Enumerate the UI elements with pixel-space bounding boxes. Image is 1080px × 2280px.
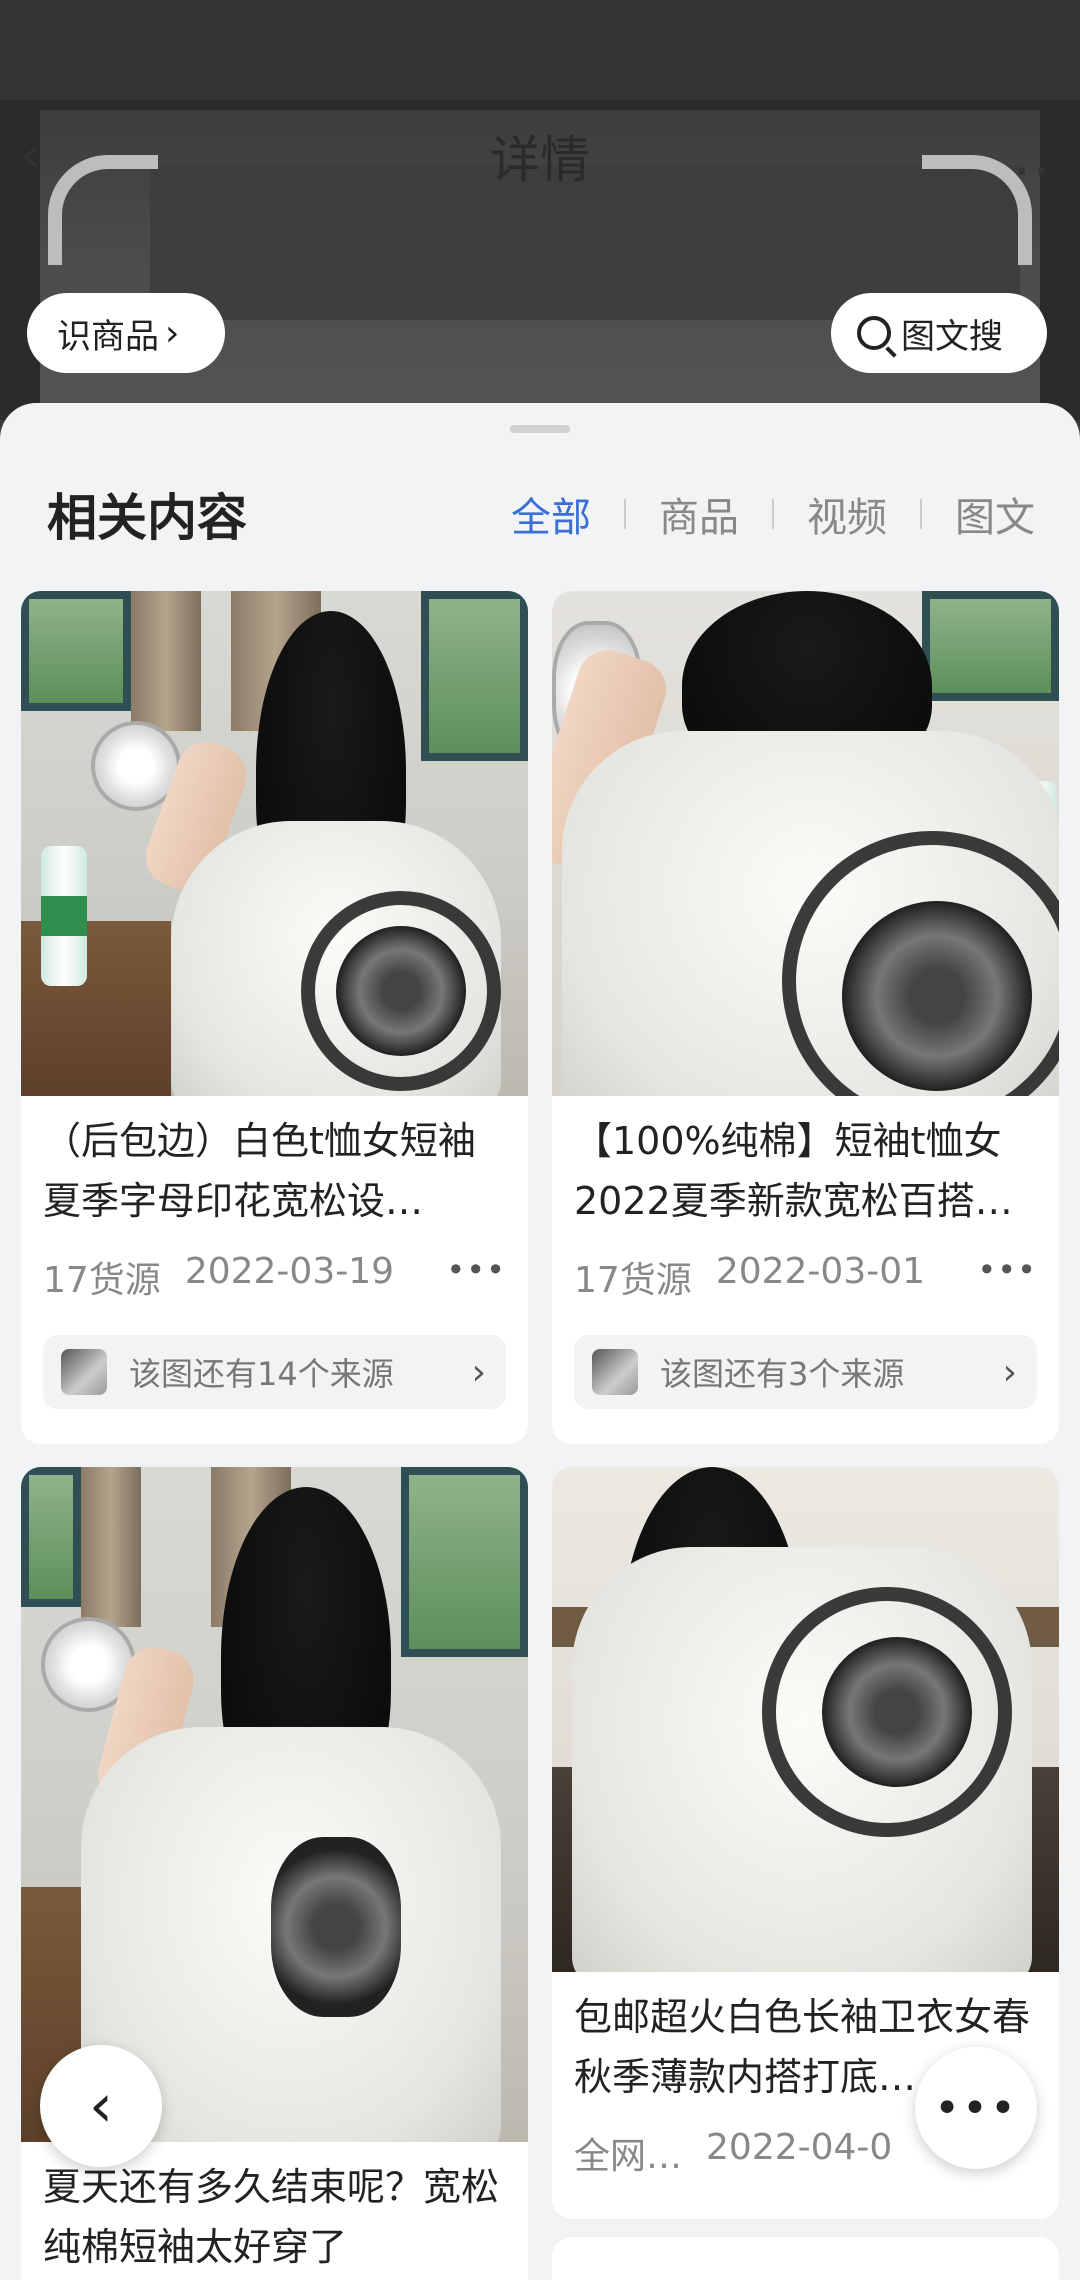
chevron-right-icon: › — [1002, 1351, 1017, 1393]
result-date: 2022-03-01 — [715, 1251, 926, 1292]
tab-products[interactable]: 商品 — [659, 485, 739, 543]
filter-tabs: 全部 商品 视频 图文 — [511, 485, 1035, 543]
result-date: 2022-03-19 — [184, 1251, 395, 1292]
source-thumbnail — [61, 1349, 107, 1395]
result-card[interactable] — [552, 2237, 1059, 2280]
source-count: 17货源 — [43, 1260, 161, 1301]
image-text-search-label: 图文搜 — [901, 316, 1003, 357]
more-sources-label: 该图还有3个来源 — [660, 1355, 905, 1393]
tab-videos[interactable]: 视频 — [807, 485, 887, 543]
more-sources-label: 该图还有14个来源 — [129, 1355, 394, 1393]
sheet-title: 相关内容 — [47, 489, 247, 547]
more-options-icon[interactable]: ••• — [977, 1251, 1037, 1303]
more-sources-row[interactable]: 该图还有3个来源 › — [574, 1335, 1037, 1409]
image-text-search-button[interactable]: 图文搜 — [831, 293, 1047, 373]
back-button[interactable]: ‹ — [40, 2045, 162, 2167]
tab-all[interactable]: 全部 — [511, 485, 591, 543]
source-thumbnail — [592, 1349, 638, 1395]
more-button[interactable]: ••• — [915, 2047, 1037, 2169]
related-content-sheet: 相关内容 全部 商品 视频 图文 （后包边）白色t恤女短袖夏季字母印花宽松设… … — [0, 403, 1080, 2280]
result-card[interactable]: （后包边）白色t恤女短袖夏季字母印花宽松设… 17货源 2022-03-19 •… — [21, 591, 528, 1444]
result-image — [21, 1467, 528, 2142]
result-meta: 17货源 2022-03-19 ••• — [43, 1251, 506, 1303]
tab-divider — [920, 499, 922, 529]
more-icon[interactable]: ·· — [1014, 140, 1052, 203]
chevron-right-icon: › — [471, 1351, 486, 1393]
search-icon — [857, 316, 891, 350]
tab-image-text[interactable]: 图文 — [955, 485, 1035, 543]
result-title: 夏天还有多久结束呢？宽松纯棉短袖太好穿了 — [43, 2165, 500, 2269]
more-sources-row[interactable]: 该图还有14个来源 › — [43, 1335, 506, 1409]
tab-divider — [624, 499, 626, 529]
chevron-right-icon: › — [165, 312, 180, 354]
result-title: （后包边）白色t恤女短袖夏季字母印花宽松设… — [43, 1119, 476, 1223]
status-bar — [0, 0, 1080, 100]
result-title: 【100%纯棉】短袖t恤女2022夏季新款宽松百搭… — [574, 1119, 1013, 1223]
source-count: 全网… — [574, 2136, 683, 2177]
sheet-drag-handle[interactable] — [510, 425, 570, 433]
source-count: 17货源 — [574, 1260, 692, 1301]
identify-product-label: 识商品 — [57, 316, 159, 357]
result-card[interactable]: 【100%纯棉】短袖t恤女2022夏季新款宽松百搭… 17货源 2022-03-… — [552, 591, 1059, 1444]
result-image — [21, 591, 528, 1096]
result-image — [552, 1467, 1059, 1972]
result-image — [552, 591, 1059, 1096]
identify-product-button[interactable]: 识商品 › — [27, 293, 225, 373]
tab-divider — [772, 499, 774, 529]
result-meta: 17货源 2022-03-01 ••• — [574, 1251, 1037, 1303]
result-date: 2022-04-0 — [706, 2127, 893, 2168]
more-options-icon[interactable]: ••• — [446, 1251, 506, 1303]
page-title: 详情 — [490, 131, 590, 189]
